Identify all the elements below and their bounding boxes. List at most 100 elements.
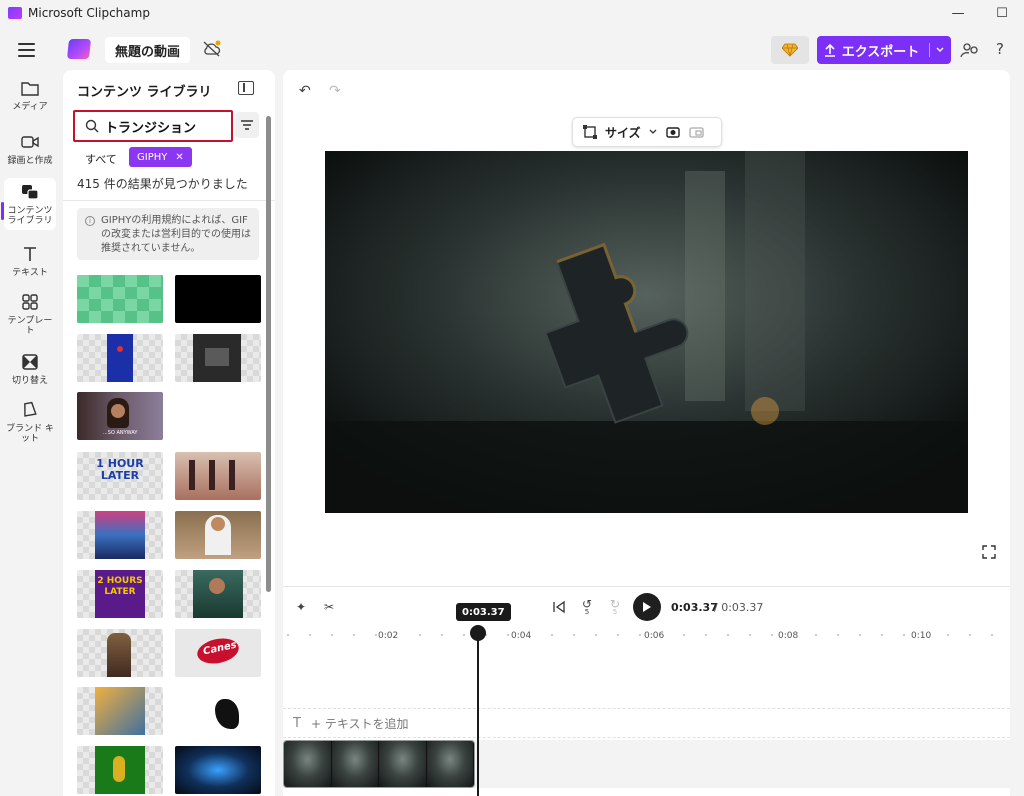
preview-frame-graphic [325,151,968,513]
content-library-icon [22,185,39,200]
gif-thumbnail[interactable] [77,629,163,677]
text-icon [24,247,36,261]
gif-thumbnail[interactable] [175,511,261,559]
ruler-label: 0:06 [644,631,665,641]
gif-text-1-hour-later: 1 HOUR LATER [96,457,144,482]
library-scrollbar[interactable] [266,116,271,592]
ruler-label: 0:08 [778,631,799,641]
ruler-tick [683,634,685,636]
window-title: Microsoft Clipchamp [28,6,150,20]
giphy-notice: i GIPHYの利用規約によれば、GIF の改変または営利目的での使用は推奨され… [77,208,259,260]
collapse-panel-icon[interactable] [238,81,254,95]
video-preview[interactable] [325,151,968,513]
export-label: エクスポート [841,44,920,60]
undo-icon[interactable]: ↶ [299,83,311,99]
template-icon [22,294,38,310]
ruler-tick [595,634,597,636]
size-button[interactable]: サイズ [605,124,641,141]
magic-edit-icon[interactable]: ✦ [293,599,309,615]
camera-icon [21,136,39,148]
nav-label-transitions: 切り替え [11,376,48,386]
share-people-icon[interactable] [960,41,980,59]
ruler-tick [815,634,817,636]
ruler-tick [969,634,971,636]
gif-thumbnail[interactable] [77,511,163,559]
add-text-label[interactable]: + テキストを追加 [311,715,409,732]
play-button[interactable] [633,593,661,621]
premium-button[interactable] [771,36,809,64]
gif-thumbnail[interactable] [175,687,261,735]
total-time: / 0:03.37 [714,601,764,614]
nav-item-transitions[interactable]: 切り替え [4,352,56,386]
current-time: 0:03.37 [671,601,718,614]
gif-thumbnail[interactable] [77,687,163,735]
nav-label-templates: テンプレート [7,316,53,336]
clipchamp-logo-icon [66,39,92,59]
nav-label-record: 録画と作成 [7,156,53,166]
skip-to-start-icon[interactable] [551,599,567,615]
nav-label-brand-kit: ブランド キット [6,424,54,444]
gif-thumbnail[interactable] [175,275,261,323]
resize-icon [583,125,597,139]
gif-thumbnail[interactable] [175,334,261,382]
gif-thumbnail[interactable] [77,275,163,323]
pip-icon[interactable] [688,125,705,139]
project-title[interactable]: 無題の動画 [105,37,191,63]
minimize-button[interactable]: — [936,0,980,26]
gif-thumbnail[interactable] [175,746,261,794]
divider [63,200,275,201]
search-icon [85,119,99,133]
ruler-tick [617,634,619,636]
split-scissors-icon[interactable]: ✂ [321,599,337,615]
filter-chip-all[interactable]: すべて [85,151,117,167]
ruler-tick [749,634,751,636]
redo-icon[interactable]: ↷ [329,83,341,99]
maximize-button[interactable]: ☐ [980,0,1024,26]
export-button[interactable]: エクスポート [817,36,951,64]
video-clip[interactable] [283,740,475,788]
rewind-5-icon[interactable]: ↺ 5 [579,598,595,616]
nav-item-media[interactable]: メディア [4,78,56,112]
menu-icon[interactable] [18,43,35,57]
app-logo-icon [8,7,22,19]
filter-chip-giphy[interactable]: GIPHY ✕ [129,147,192,167]
timeline-panel: ✦ ✂ ↺ 5 ↻ 5 0:03.37 / 0:03.37 0:02 0:04 … [283,586,1010,796]
gif-thumbnail[interactable] [77,746,163,794]
info-icon: i [85,216,95,226]
playhead-handle[interactable] [470,625,486,641]
gif-text-2-hours-later: 2 HOURS LATER [97,576,143,597]
gif-thumbnail[interactable]: 1 HOUR LATER [77,452,163,500]
gif-thumbnail[interactable]: 2 HOURS LATER [77,570,163,618]
gif-thumbnail[interactable] [175,452,261,500]
nav-label-text: テキスト [12,268,48,278]
ruler-tick [573,634,575,636]
upload-icon [824,43,835,57]
nav-item-templates[interactable]: テンプレート [4,292,56,336]
ruler-tick [727,634,729,636]
ruler-tick [639,634,641,636]
play-icon [643,602,651,612]
playhead[interactable] [477,633,479,796]
search-box[interactable] [73,110,233,142]
search-input[interactable] [105,118,223,134]
nav-item-text[interactable]: テキスト [4,244,56,278]
left-navigation: メディア 録画と作成 コンテンツ ライブラリ テキスト テンプレート 切り替え … [0,74,62,796]
text-track[interactable]: T + テキストを追加 [283,708,1010,738]
nav-item-brand-kit[interactable]: ブランド キット [4,400,56,444]
gif-thumbnail[interactable] [175,570,261,618]
window-controls: — ☐ [936,0,1024,26]
fullscreen-icon[interactable] [982,545,996,559]
background-remove-icon[interactable] [665,125,681,139]
help-icon[interactable]: ? [996,40,1004,58]
folder-icon [21,82,39,96]
nav-item-record[interactable]: 録画と作成 [4,132,56,166]
gif-thumbnail[interactable]: Canes [175,629,261,677]
gif-thumbnail[interactable] [77,334,163,382]
gif-thumbnail[interactable]: ...SO ANYWAY [77,392,163,440]
ruler-tick [991,634,993,636]
filter-button[interactable] [235,112,259,138]
close-icon[interactable]: ✕ [175,152,183,163]
nav-item-content-library[interactable]: コンテンツ ライブラリ [4,178,56,230]
forward-5-icon[interactable]: ↻ 5 [607,598,623,616]
cloud-sync-off-icon[interactable] [202,40,222,58]
